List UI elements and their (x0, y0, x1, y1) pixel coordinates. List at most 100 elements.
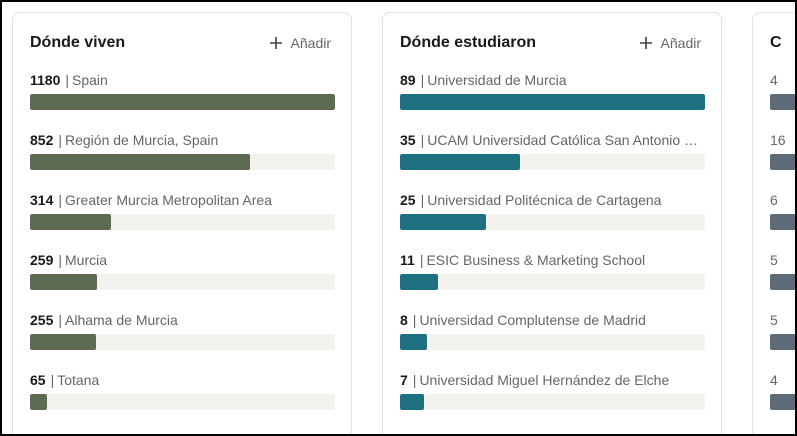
row-name: Alhama de Murcia (65, 312, 178, 328)
row-label: 5 (770, 250, 795, 270)
bar-track (30, 154, 335, 170)
row-separator: | (420, 132, 425, 148)
bar-track (400, 154, 705, 170)
school-list: 89 | Universidad de Murcia 35 | UCAM Univers… (400, 70, 705, 430)
list-row[interactable]: 5 (770, 310, 795, 370)
list-row[interactable]: 4 (770, 370, 795, 430)
add-button-label: Añadir (290, 35, 331, 51)
row-label: 25 | Universidad Politécnica de Cartagena (400, 190, 705, 210)
add-button[interactable]: Añadir (635, 33, 705, 53)
row-label: 8 | Universidad Complutense de Madrid (400, 310, 705, 330)
row-label: 4 (770, 370, 795, 390)
row-label: 7 | Universidad Miguel Hernández de Elche (400, 370, 705, 390)
card-title: C (770, 34, 782, 51)
bar-fill (30, 94, 335, 110)
row-name: Región de Murcia, Spain (65, 132, 219, 148)
bar-track (770, 214, 795, 230)
row-name: Universidad Politécnica de Cartagena (427, 192, 662, 208)
row-separator: | (65, 72, 70, 88)
bar-track (770, 94, 795, 110)
row-count: 89 (400, 72, 416, 88)
location-list: 1180 | Spain 852 | Región de Murcia, Spain 3… (30, 70, 335, 430)
row-count: 259 (30, 252, 54, 268)
bar-fill (400, 94, 705, 110)
third-card-list: 4 16 6 5 5 4 (770, 70, 795, 430)
bar-track (400, 94, 705, 110)
row-label: 5 (770, 310, 795, 330)
location-row[interactable]: 314 | Greater Murcia Metropolitan Area (30, 190, 335, 250)
row-name: Spain (72, 72, 108, 88)
screenshot-frame: Dónde viven Añadir 1180 | Spain 852 | Región… (0, 0, 797, 436)
row-label: 6 (770, 190, 795, 210)
row-separator: | (420, 192, 425, 208)
list-row[interactable]: 16 (770, 130, 795, 190)
location-row[interactable]: 259 | Murcia (30, 250, 335, 310)
row-separator: | (50, 372, 55, 388)
row-count: 314 (30, 192, 54, 208)
card-header: Dónde estudiaron Añadir (400, 31, 705, 55)
card-header: Dónde viven Añadir (30, 31, 335, 55)
school-row[interactable]: 25 | Universidad Politécnica de Cartagena (400, 190, 705, 250)
card-header: C (770, 31, 795, 55)
bar-fill (770, 214, 795, 230)
plus-icon (639, 37, 652, 49)
row-name: ESIC Business & Marketing School (426, 252, 646, 268)
row-label: 255 | Alhama de Murcia (30, 310, 335, 330)
row-label: 314 | Greater Murcia Metropolitan Area (30, 190, 335, 210)
bar-fill (770, 154, 795, 170)
row-name: Universidad Complutense de Madrid (419, 312, 646, 328)
location-row[interactable]: 255 | Alhama de Murcia (30, 310, 335, 370)
school-row[interactable]: 8 | Universidad Complutense de Madrid (400, 310, 705, 370)
row-count: 5 (770, 252, 778, 268)
where-they-live-card: Dónde viven Añadir 1180 | Spain 852 | Región… (12, 12, 352, 434)
bar-track (770, 394, 795, 410)
bar-fill (30, 274, 97, 290)
row-name: UCAM Universidad Católica San Antonio de… (427, 132, 705, 148)
bar-fill (770, 94, 795, 110)
row-label: 35 | UCAM Universidad Católica San Antonio… (400, 130, 705, 150)
row-count: 4 (770, 372, 778, 388)
row-separator: | (412, 372, 417, 388)
school-row[interactable]: 11 | ESIC Business & Marketing School (400, 250, 705, 310)
row-count: 11 (400, 252, 415, 268)
row-count: 65 (30, 372, 46, 388)
school-row[interactable]: 35 | UCAM Universidad Católica San Antonio… (400, 130, 705, 190)
location-row[interactable]: 1180 | Spain (30, 70, 335, 130)
row-separator: | (58, 132, 62, 148)
bar-track (30, 394, 335, 410)
row-name: Murcia (65, 252, 108, 268)
bar-fill (400, 274, 438, 290)
add-button-label: Añadir (660, 35, 701, 51)
school-row[interactable]: 89 | Universidad de Murcia (400, 70, 705, 130)
bar-fill (400, 214, 486, 230)
location-row[interactable]: 852 | Región de Murcia, Spain (30, 130, 335, 190)
bar-track (400, 394, 705, 410)
bar-track (30, 214, 335, 230)
list-row[interactable]: 4 (770, 70, 795, 130)
bar-track (770, 154, 795, 170)
row-label: 259 | Murcia (30, 250, 335, 270)
bar-fill (400, 394, 424, 410)
school-row[interactable]: 7 | Universidad Miguel Hernández de Elche (400, 370, 705, 430)
row-separator: | (419, 252, 424, 268)
list-row[interactable]: 6 (770, 190, 795, 250)
bar-track (30, 334, 335, 350)
bar-fill (30, 214, 112, 230)
row-separator: | (58, 312, 62, 328)
row-label: 852 | Región de Murcia, Spain (30, 130, 335, 150)
add-button[interactable]: Añadir (265, 33, 335, 53)
plus-icon (269, 37, 282, 49)
where-they-studied-card: Dónde estudiaron Añadir 89 | Universidad d… (382, 12, 722, 434)
list-row[interactable]: 5 (770, 250, 795, 310)
row-count: 1180 (30, 72, 61, 88)
location-row[interactable]: 65 | Totana (30, 370, 335, 430)
row-count: 6 (770, 192, 778, 208)
row-separator: | (420, 72, 425, 88)
row-separator: | (412, 312, 417, 328)
row-label: 4 (770, 70, 795, 90)
bar-track (770, 334, 795, 350)
row-count: 7 (400, 372, 408, 388)
bar-fill (400, 154, 520, 170)
row-label: 89 | Universidad de Murcia (400, 70, 705, 90)
bar-fill (30, 394, 47, 410)
